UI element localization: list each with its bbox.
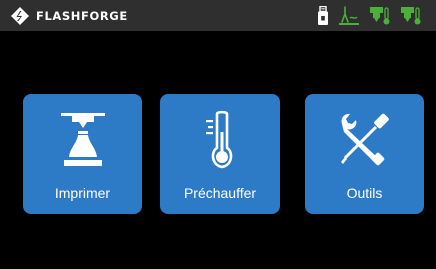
- flashforge-logo-icon: [11, 7, 29, 25]
- print-button[interactable]: Imprimer: [23, 94, 142, 214]
- preheat-button[interactable]: Préchauffer: [160, 94, 280, 214]
- extruder-right-temp-icon[interactable]: [400, 6, 422, 26]
- tools-button[interactable]: Outils: [305, 94, 424, 214]
- status-icons: [317, 5, 422, 27]
- brand-name: FLASHFORGE: [36, 9, 128, 23]
- wrench-screwdriver-icon: [340, 113, 389, 166]
- print-bed-icon[interactable]: [338, 6, 360, 26]
- preheat-label: Préchauffer: [183, 185, 257, 201]
- print-label: Imprimer: [54, 185, 111, 201]
- extruder-left-temp-icon[interactable]: [369, 6, 391, 26]
- printer-home-screen: FLASHFORGE Imprimer Préchauffer Outils: [0, 0, 436, 269]
- usb-drive-icon[interactable]: [317, 6, 329, 26]
- brand: FLASHFORGE: [10, 5, 128, 27]
- status-bar: FLASHFORGE: [0, 0, 436, 31]
- thermometer-icon: [206, 110, 233, 169]
- tools-label: Outils: [346, 185, 383, 201]
- printer-nozzle-icon: [60, 113, 105, 166]
